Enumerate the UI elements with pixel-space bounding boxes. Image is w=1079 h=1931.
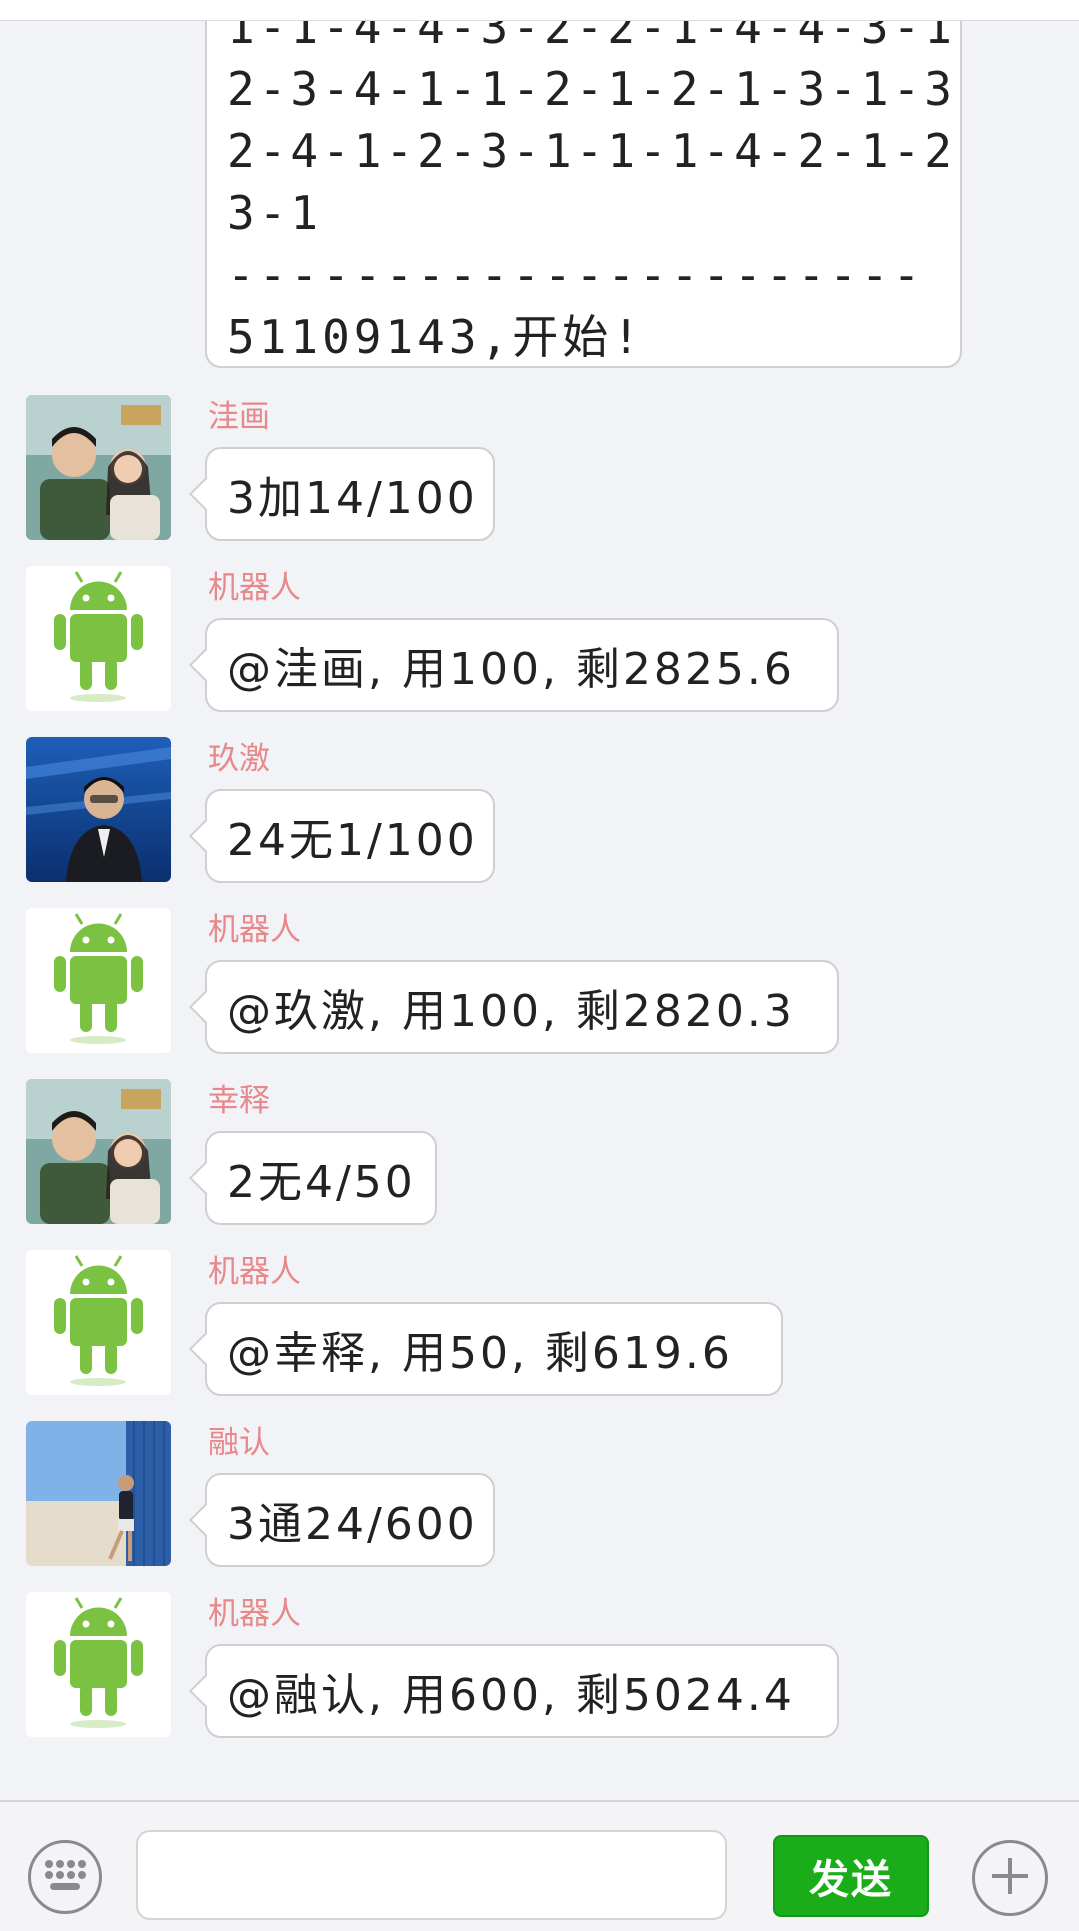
couple-photo-avatar[interactable] [26, 1079, 171, 1224]
message-bubble[interactable]: 2无4/50 [205, 1131, 437, 1225]
chat-message-list[interactable]: 1-1-4-4-3-2-2-1-4-4-3-1- 2-3-4-1-1-2-1-2… [0, 0, 1079, 1800]
android-robot-avatar[interactable] [26, 1592, 171, 1737]
sender-name: 机器人 [208, 570, 301, 606]
beach-photo-avatar[interactable] [26, 1421, 171, 1566]
man-stage-photo-avatar[interactable] [26, 737, 171, 882]
message-line: 2-3-4-1-1-2-1-2-1-3-1-3- [227, 62, 962, 116]
chat-message: 机器人 @玖激, 用100, 剩2820.3 [0, 908, 1079, 1054]
android-robot-avatar[interactable] [26, 566, 171, 711]
message-bubble[interactable]: @玖激, 用100, 剩2820.3 [205, 960, 839, 1054]
status-bar [0, 0, 1079, 21]
message-input[interactable] [136, 1830, 727, 1920]
more-options-button[interactable] [972, 1840, 1048, 1916]
chat-message: 融认 3通24/600 [0, 1421, 1079, 1567]
sender-name: 机器人 [208, 1596, 301, 1632]
input-toolbar: 发送 [0, 1800, 1079, 1931]
sender-name: 融认 [208, 1425, 270, 1461]
sender-name: 玖激 [208, 741, 270, 777]
message-line: 51109143,开始! [227, 310, 644, 364]
sender-name: 机器人 [208, 912, 301, 948]
chat-message: 机器人 @融认, 用600, 剩5024.4 [0, 1592, 1079, 1738]
message-line: ---------------------- [227, 248, 925, 302]
keyboard-icon [40, 1855, 90, 1899]
message-bubble[interactable]: @幸释, 用50, 剩619.6 [205, 1302, 783, 1396]
chat-message: 机器人 @幸释, 用50, 剩619.6 [0, 1250, 1079, 1396]
chat-message: 玖激 24无1/100 [0, 737, 1079, 883]
keyboard-toggle-button[interactable] [28, 1840, 102, 1914]
plus-icon [988, 1854, 1032, 1902]
android-robot-avatar[interactable] [26, 1250, 171, 1395]
send-button[interactable]: 发送 [773, 1835, 929, 1917]
android-robot-avatar[interactable] [26, 908, 171, 1053]
message-line: 2-4-1-2-3-1-1-1-4-2-1-2- [227, 124, 962, 178]
chat-message: 幸释 2无4/50 [0, 1079, 1079, 1225]
chat-message: 机器人 @洼画, 用100, 剩2825.6 [0, 566, 1079, 712]
sender-name: 幸释 [208, 1083, 270, 1119]
chat-message: 洼画 3加14/100 [0, 395, 1079, 541]
message-bubble[interactable]: 3加14/100 [205, 447, 495, 541]
message-bubble[interactable]: @融认, 用600, 剩5024.4 [205, 1644, 839, 1738]
message-bubble[interactable]: 1-1-4-4-3-2-2-1-4-4-3-1- 2-3-4-1-1-2-1-2… [205, 0, 962, 368]
couple-photo-avatar[interactable] [26, 395, 171, 540]
message-line: 3-1 [227, 186, 323, 240]
message-bubble[interactable]: 24无1/100 [205, 789, 495, 883]
message-bubble[interactable]: 3通24/600 [205, 1473, 495, 1567]
sender-name: 机器人 [208, 1254, 301, 1290]
message-bubble[interactable]: @洼画, 用100, 剩2825.6 [205, 618, 839, 712]
sender-name: 洼画 [208, 399, 270, 435]
